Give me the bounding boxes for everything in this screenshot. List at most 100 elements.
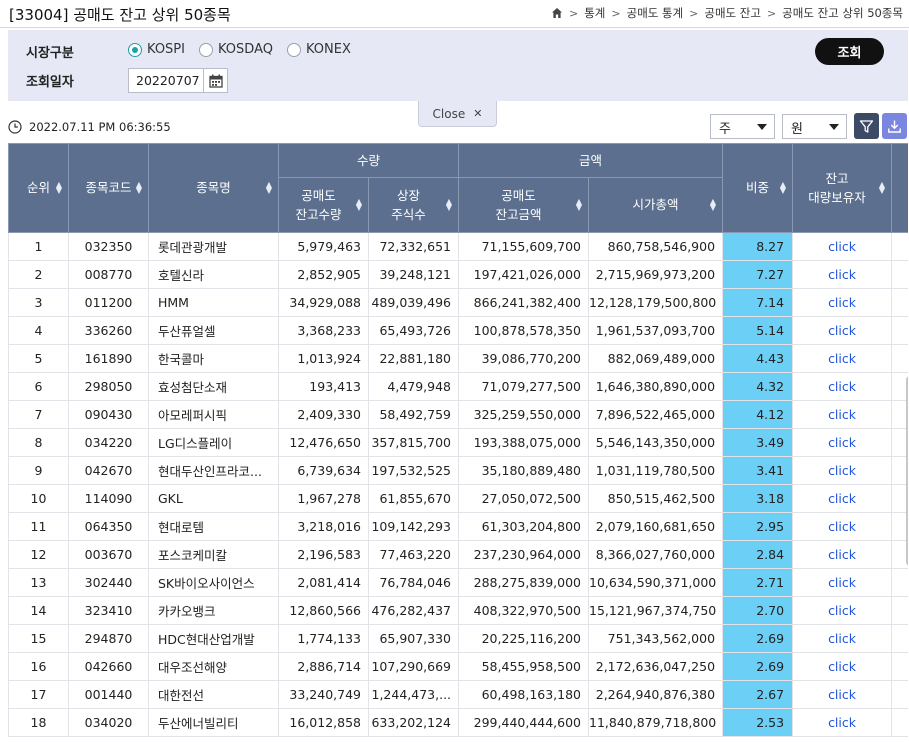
sort-icon[interactable]: ▲ ▼ — [879, 181, 885, 195]
table-row[interactable]: 18 034020 두산에너빌리티 16,012,858 633,202,124 299,… — [8, 708, 908, 737]
radio-icon[interactable] — [198, 42, 213, 57]
row-holder-link[interactable]: click — [792, 652, 893, 681]
table-row[interactable]: 5 161890 한국콜마 1,013,924 22,881,180 39,086,770… — [8, 344, 908, 373]
column-header-rank[interactable]: 순위 ▲ ▼ — [8, 143, 69, 233]
row-holder-link[interactable]: click — [792, 624, 893, 653]
table-row[interactable]: 4 336260 두산퓨얼셀 3,368,233 65,493,726 100,878,5… — [8, 316, 908, 345]
table-row[interactable]: 8 034220 LG디스플레이 12,476,650 357,815,700 193,3… — [8, 428, 908, 457]
calendar-button[interactable] — [203, 69, 227, 92]
sort-icon[interactable]: ▲ ▼ — [356, 198, 362, 212]
filter-button[interactable] — [854, 113, 879, 139]
table-row[interactable]: 1 032350 롯데관광개발 5,979,463 72,332,651 71,155,6… — [8, 232, 908, 261]
row-holder-link[interactable]: click — [792, 344, 893, 373]
filter-icon — [859, 119, 874, 133]
table-row[interactable]: 9 042670 현대두산인프라코... 6,739,634 197,532,525 35… — [8, 456, 908, 485]
row-holder-link[interactable]: click — [792, 484, 893, 513]
scroll-gutter-cell — [891, 596, 908, 625]
scroll-gutter-cell — [891, 568, 908, 597]
row-code: 042660 — [68, 652, 149, 681]
column-header-short-qty[interactable]: 공매도 잔고수량 ▲ ▼ — [278, 177, 369, 233]
column-header-ratio[interactable]: 비중 ▲ ▼ — [722, 143, 794, 233]
row-holder-link[interactable]: click — [792, 456, 893, 485]
table-row[interactable]: 15 294870 HDC현대산업개발 1,774,133 65,907,330 20,2… — [8, 624, 908, 653]
date-input[interactable]: 20220707 — [129, 69, 203, 92]
row-holder-link[interactable]: click — [792, 512, 893, 541]
row-holder-link[interactable]: click — [792, 288, 893, 317]
row-holder-link[interactable]: click — [792, 372, 893, 401]
close-panel-button[interactable]: Close ✕ — [418, 101, 497, 127]
column-header-market-cap[interactable]: 시가총액 ▲ ▼ — [588, 177, 724, 233]
table-row[interactable]: 13 302440 SK바이오사이언스 2,081,414 76,784,046 288,… — [8, 568, 908, 597]
row-short-amount: 408,322,970,500 — [458, 596, 590, 625]
table-row[interactable]: 3 011200 HMM 34,929,088 489,039,496 866,241,3… — [8, 288, 908, 317]
row-holder-link[interactable]: click — [792, 568, 893, 597]
column-header-name[interactable]: 종목명 ▲ ▼ — [148, 143, 279, 233]
home-icon[interactable] — [551, 7, 563, 19]
row-short-qty: 2,409,330 — [278, 400, 369, 429]
row-ratio: 4.32 — [722, 372, 794, 401]
market-radio-kosdaq[interactable]: KOSDAQ — [198, 42, 273, 57]
row-holder-link[interactable]: click — [792, 428, 893, 457]
breadcrumb-item[interactable]: 공매도 통계 — [627, 5, 684, 21]
money-unit-select[interactable]: 원 — [782, 114, 847, 139]
row-market-cap: 1,646,380,890,000 — [588, 372, 724, 401]
share-unit-select[interactable]: 주 — [710, 114, 775, 139]
row-holder-link[interactable]: click — [792, 540, 893, 569]
row-listed-shares: 58,492,759 — [368, 400, 460, 429]
table-row[interactable]: 14 323410 카카오뱅크 12,860,566 476,282,437 408,32… — [8, 596, 908, 625]
download-button[interactable] — [882, 113, 907, 139]
table-scrollbar[interactable] — [906, 376, 908, 566]
column-header-short-amount[interactable]: 공매도 잔고금액 ▲ ▼ — [458, 177, 590, 233]
sort-icon[interactable]: ▲ ▼ — [56, 181, 62, 195]
date-field[interactable]: 20220707 — [128, 68, 228, 93]
breadcrumb-item[interactable]: 공매도 잔고 — [704, 5, 761, 21]
row-short-amount: 71,079,277,500 — [458, 372, 590, 401]
market-radio-kospi[interactable]: KOSPI — [128, 42, 185, 57]
table-row[interactable]: 2 008770 호텔신라 2,852,905 39,248,121 197,421,02… — [8, 260, 908, 289]
table-row[interactable]: 12 003670 포스코케미칼 2,196,583 77,463,220 237,230… — [8, 540, 908, 569]
sort-icon[interactable]: ▲ ▼ — [576, 198, 582, 212]
row-listed-shares: 72,332,651 — [368, 232, 460, 261]
row-holder-link[interactable]: click — [792, 232, 893, 261]
sort-icon[interactable]: ▲ ▼ — [446, 198, 452, 212]
breadcrumb-item[interactable]: 통계 — [584, 5, 605, 21]
table-row[interactable]: 6 298050 효성첨단소재 193,413 4,479,948 71,079,277,… — [8, 372, 908, 401]
sort-icon[interactable]: ▲ ▼ — [780, 181, 786, 195]
row-ratio: 4.12 — [722, 400, 794, 429]
row-holder-link[interactable]: click — [792, 596, 893, 625]
row-name: GKL — [148, 484, 279, 513]
row-name: 한국콜마 — [148, 344, 279, 373]
breadcrumb-item[interactable]: 공매도 잔고 상위 50종목 — [782, 5, 903, 21]
table-row[interactable]: 11 064350 현대로템 3,218,016 109,142,293 61,303,2… — [8, 512, 908, 541]
table-row[interactable]: 16 042660 대우조선해양 2,886,714 107,290,669 58,455… — [8, 652, 908, 681]
row-holder-link[interactable]: click — [792, 708, 893, 737]
row-listed-shares: 476,282,437 — [368, 596, 460, 625]
row-rank: 15 — [8, 624, 69, 653]
share-unit-value: 주 — [719, 122, 731, 137]
radio-selected-icon[interactable] — [128, 42, 142, 57]
row-name: LG디스플레이 — [148, 428, 279, 457]
market-radio-konex[interactable]: KONEX — [286, 42, 351, 57]
timestamp: 2022.07.11 PM 06:36:55 — [8, 120, 171, 134]
column-header-holder[interactable]: 잔고 대량보유자 ▲ ▼ — [792, 143, 893, 233]
scroll-gutter-cell — [891, 316, 908, 345]
row-short-amount: 61,303,204,800 — [458, 512, 590, 541]
sort-icon[interactable]: ▲ ▼ — [710, 198, 716, 212]
table-row[interactable]: 7 090430 아모레퍼시픽 2,409,330 58,492,759 325,259,… — [8, 400, 908, 429]
column-header-listed-shares[interactable]: 상장 주식수 ▲ ▼ — [367, 177, 460, 233]
column-header-label: 공매도 잔고금액 — [495, 187, 542, 222]
table-row[interactable]: 17 001440 대한전선 33,240,749 1,244,473,... 60,49… — [8, 680, 908, 709]
row-market-cap: 860,758,546,900 — [588, 232, 724, 261]
radio-icon[interactable] — [286, 42, 301, 57]
search-button[interactable]: 조회 — [815, 38, 884, 65]
column-header-label: 공매도 잔고수량 — [295, 187, 342, 222]
sort-icon[interactable]: ▲ ▼ — [136, 181, 142, 195]
row-holder-link[interactable]: click — [792, 400, 893, 429]
row-holder-link[interactable]: click — [792, 680, 893, 709]
table-row[interactable]: 10 114090 GKL 1,967,278 61,855,670 27,050,072… — [8, 484, 908, 513]
column-header-code[interactable]: 종목코드 ▲ ▼ — [68, 143, 149, 233]
row-holder-link[interactable]: click — [792, 316, 893, 345]
row-short-amount: 866,241,382,400 — [458, 288, 590, 317]
sort-icon[interactable]: ▲ ▼ — [266, 181, 272, 195]
row-holder-link[interactable]: click — [792, 260, 893, 289]
